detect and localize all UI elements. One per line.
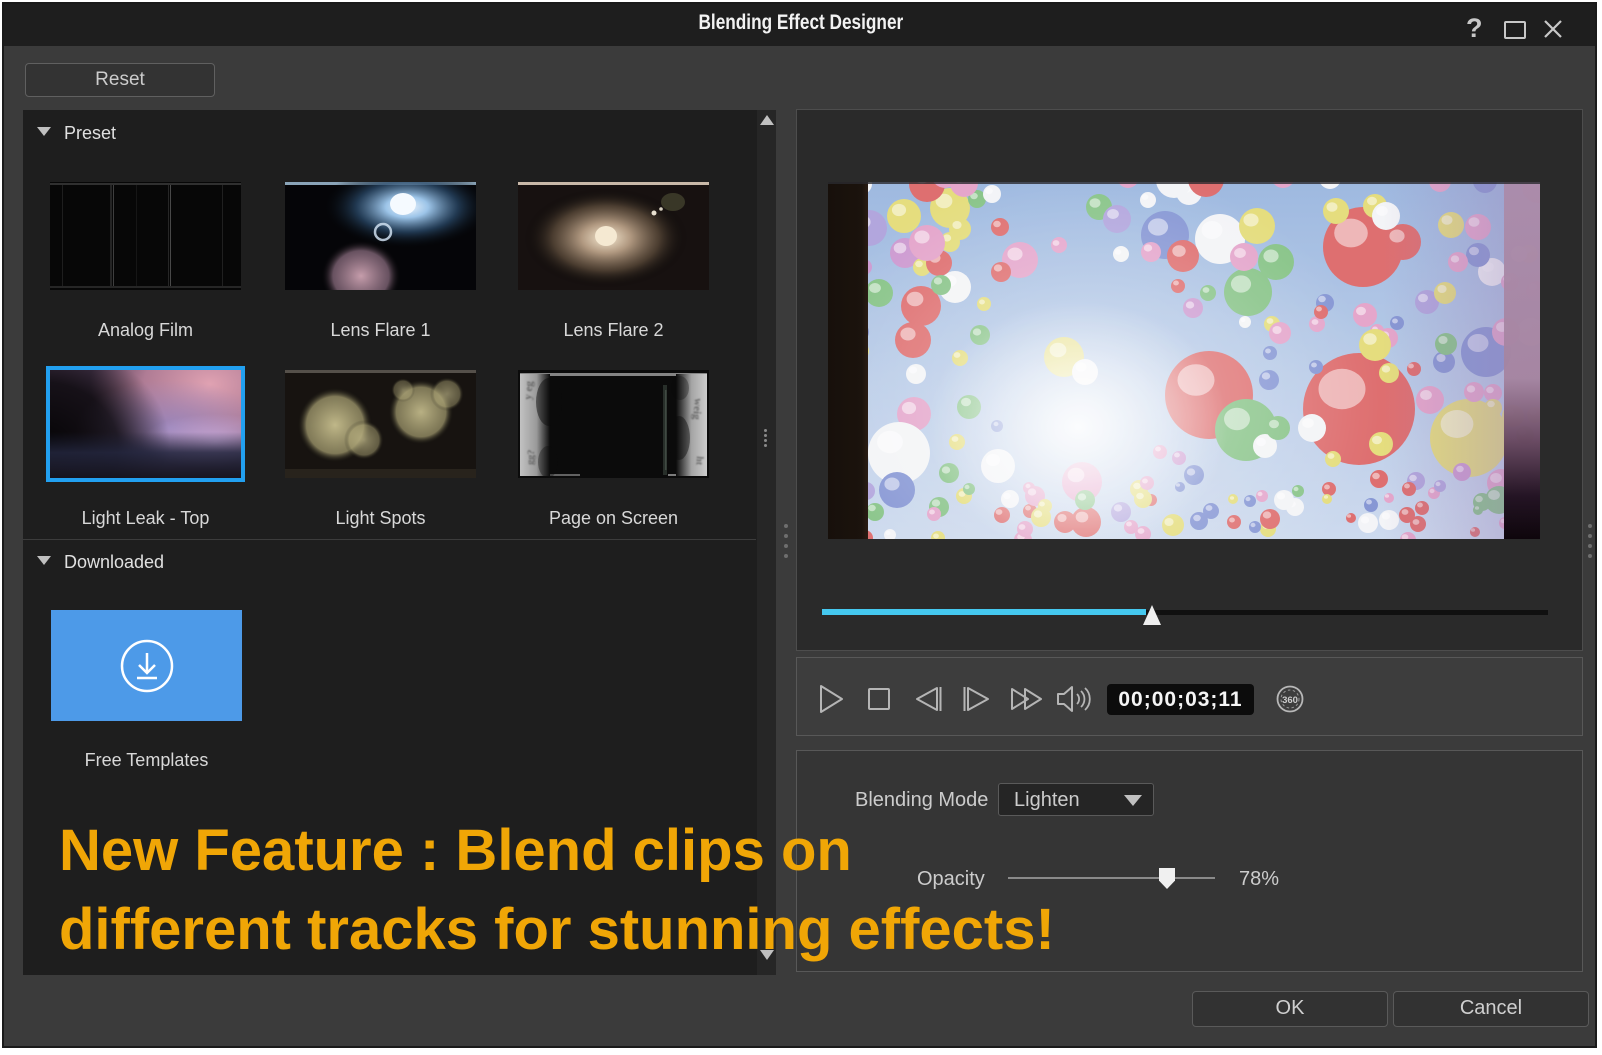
svg-text:ht: ht [693,456,705,466]
svg-text:360: 360 [1282,695,1298,706]
svg-text:y eg: y eg [522,380,536,400]
svg-text:gg?: gg? [525,449,537,465]
svg-text:weig: weig [690,398,704,421]
